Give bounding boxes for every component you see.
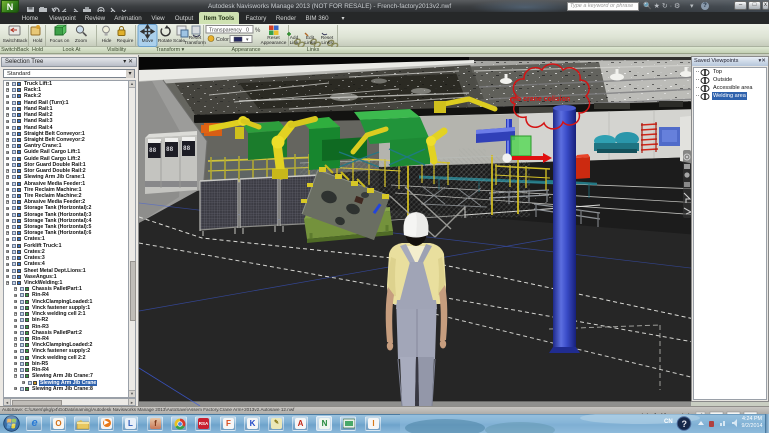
svg-text:Transparency: Transparency <box>209 28 242 34</box>
svg-text:Color:: Color: <box>216 37 230 43</box>
svg-text:0: 0 <box>246 28 249 34</box>
svg-text:88: 88 <box>149 147 157 154</box>
svg-text:88: 88 <box>183 145 191 152</box>
svg-text:jib crane colision: jib crane colision <box>512 96 570 103</box>
svg-text:%: % <box>255 28 261 34</box>
svg-text:?: ? <box>682 419 688 429</box>
svg-text:88: 88 <box>166 146 174 153</box>
